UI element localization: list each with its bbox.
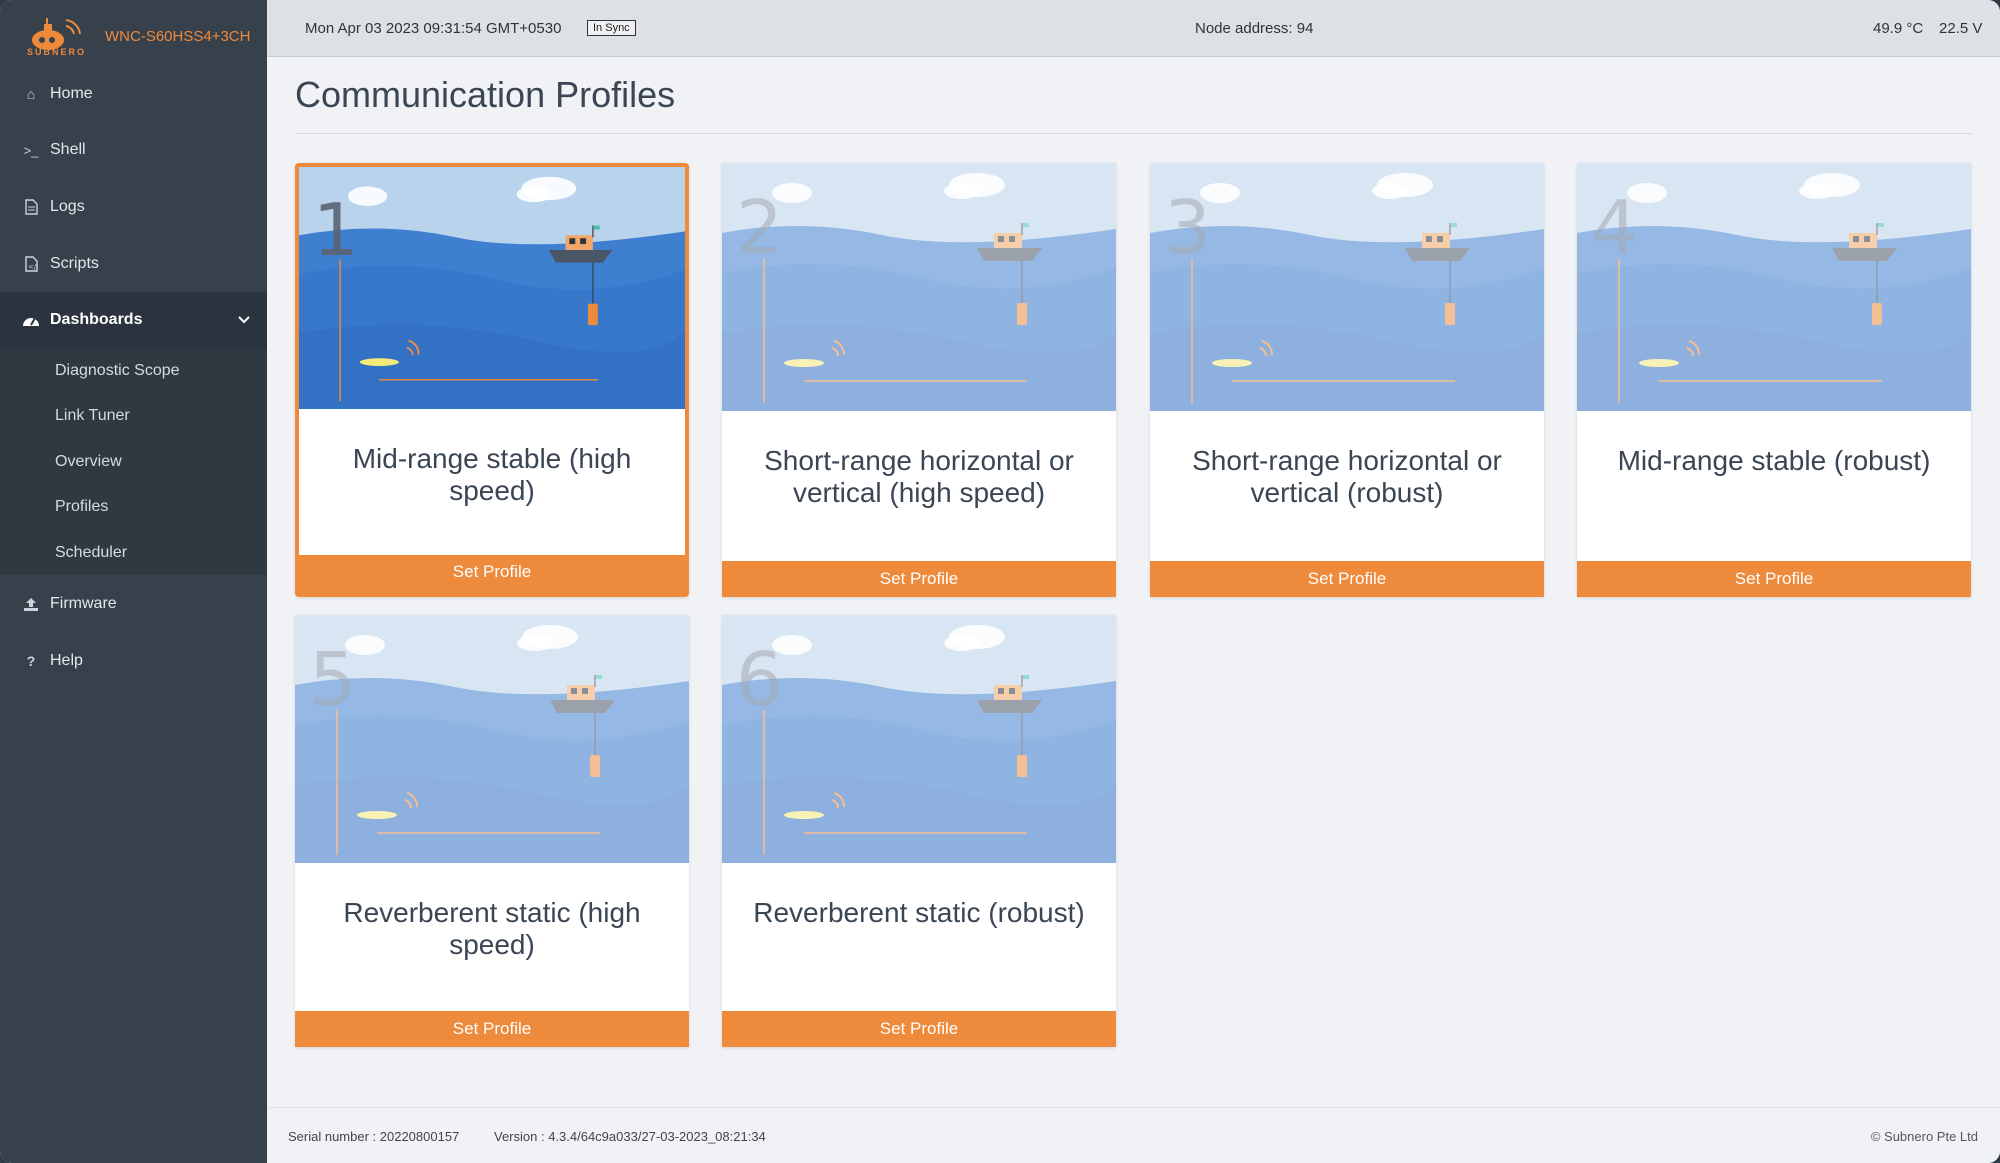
svg-text:1: 1 <box>313 189 359 273</box>
profile-title: Mid-range stable (robust) <box>1617 445 1931 476</box>
svg-text:</>: </> <box>28 263 38 271</box>
profile-illustration: 2 <box>722 163 1116 411</box>
sidebar-item-link-tuner[interactable]: Link Tuner <box>55 404 130 428</box>
temperature-readout: 49.9 °C <box>1873 20 1924 37</box>
sync-status-badge: In Sync <box>587 20 636 36</box>
upload-icon <box>22 597 40 612</box>
set-profile-button[interactable]: Set Profile <box>1150 561 1544 597</box>
profile-card[interactable]: 6 Reverberent static (robust) Set Profil… <box>722 615 1116 1047</box>
terminal-icon: >_ <box>23 142 39 158</box>
profile-illustration: 4 <box>1577 163 1971 411</box>
sidebar-item-label: Dashboards <box>50 311 143 328</box>
sidebar-item-overview[interactable]: Overview <box>55 450 122 474</box>
chevron-down-icon[interactable] <box>237 312 251 330</box>
sidebar-item-label: Home <box>50 85 93 102</box>
sidebar-item-label: Logs <box>50 198 85 215</box>
home-icon: ⌂ <box>26 86 36 102</box>
set-profile-button[interactable]: Set Profile <box>299 555 685 593</box>
script-file-icon: </> <box>22 256 40 272</box>
sidebar-item-logs[interactable]: Logs <box>0 179 267 235</box>
brand[interactable]: SUBNERO WNC-S60HSS4+3CH <box>0 0 267 72</box>
divider <box>295 133 1972 134</box>
set-profile-button[interactable]: Set Profile <box>295 1011 689 1047</box>
profile-illustration: 3 <box>1150 163 1544 411</box>
dashboard-gauge-icon <box>22 313 40 327</box>
sidebar-item-dashboards[interactable]: Dashboards <box>0 292 267 348</box>
sidebar-item-shell[interactable]: >_ Shell <box>0 122 267 178</box>
version-info: Version : 4.3.4/64c9a033/27-03-2023_08:2… <box>494 1129 766 1144</box>
sidebar-item-home[interactable]: ⌂ Home <box>0 66 267 122</box>
device-name: WNC-S60HSS4+3CH <box>105 28 251 45</box>
sidebar-item-profiles[interactable]: Profiles <box>55 495 108 519</box>
copyright: © Subnero Pte Ltd <box>1870 1129 1978 1144</box>
sidebar-item-label: Scripts <box>50 255 99 272</box>
profile-card[interactable]: 5 Reverberent static (high speed) Set Pr… <box>295 615 689 1047</box>
sidebar: SUBNERO WNC-S60HSS4+3CH ⌂ Home >_ Shell … <box>0 0 267 1163</box>
sidebar-item-label: Help <box>50 652 83 669</box>
profile-illustration: 5 <box>295 615 689 863</box>
page-title: Communication Profiles <box>295 74 676 115</box>
node-address: Node address: 94 <box>1195 20 1314 37</box>
sidebar-item-label: Firmware <box>50 595 117 612</box>
set-profile-button[interactable]: Set Profile <box>722 1011 1116 1047</box>
sidebar-item-scheduler[interactable]: Scheduler <box>55 541 127 565</box>
profile-title: Reverberent static (high speed) <box>343 897 641 960</box>
profile-card[interactable]: 2 Short-range horizontal or vertical (hi… <box>722 163 1116 597</box>
set-profile-button[interactable]: Set Profile <box>722 561 1116 597</box>
file-icon <box>22 199 40 215</box>
profile-title: Short-range horizontal or vertical (high… <box>764 445 1074 508</box>
profile-card[interactable]: 4 Mid-range stable (robust) Set Profile <box>1577 163 1971 597</box>
profile-title: Reverberent static (robust) <box>753 897 1085 928</box>
svg-text:5: 5 <box>309 637 356 723</box>
profile-illustration: 1 <box>299 167 685 409</box>
sidebar-item-firmware[interactable]: Firmware <box>0 576 267 632</box>
voltage-readout: 22.5 V <box>1939 20 1983 37</box>
svg-text:2: 2 <box>736 185 783 271</box>
profile-card[interactable]: 1 Mid-range stable (high speed) Set Prof… <box>295 163 689 597</box>
dashboards-submenu: Diagnostic Scope Link Tuner Overview Pro… <box>0 347 267 575</box>
set-profile-button[interactable]: Set Profile <box>1577 561 1971 597</box>
app-window: SUBNERO WNC-S60HSS4+3CH ⌂ Home >_ Shell … <box>0 0 2000 1163</box>
profile-illustration: 6 <box>722 615 1116 863</box>
profile-title: Short-range horizontal or vertical (robu… <box>1192 445 1502 508</box>
svg-text:6: 6 <box>736 637 783 723</box>
status-bar: Mon Apr 03 2023 09:31:54 GMT+0530 In Syn… <box>267 0 2000 57</box>
sidebar-item-label: Shell <box>50 141 86 158</box>
serial-number: Serial number : 20220800157 <box>288 1129 460 1144</box>
sidebar-item-help[interactable]: ? Help <box>0 633 267 689</box>
profile-title: Mid-range stable (high speed) <box>352 443 632 506</box>
profile-card[interactable]: 3 Short-range horizontal or vertical (ro… <box>1150 163 1544 597</box>
logo-text: SUBNERO <box>27 47 87 57</box>
svg-text:4: 4 <box>1591 185 1638 271</box>
footer: Serial number : 20220800157 Version : 4.… <box>267 1107 2000 1163</box>
datetime: Mon Apr 03 2023 09:31:54 GMT+0530 <box>305 20 562 37</box>
sidebar-item-scripts[interactable]: </> Scripts <box>0 236 267 292</box>
svg-text:3: 3 <box>1164 185 1211 271</box>
question-icon: ? <box>26 653 36 669</box>
sidebar-item-diagnostic-scope[interactable]: Diagnostic Scope <box>55 359 180 383</box>
